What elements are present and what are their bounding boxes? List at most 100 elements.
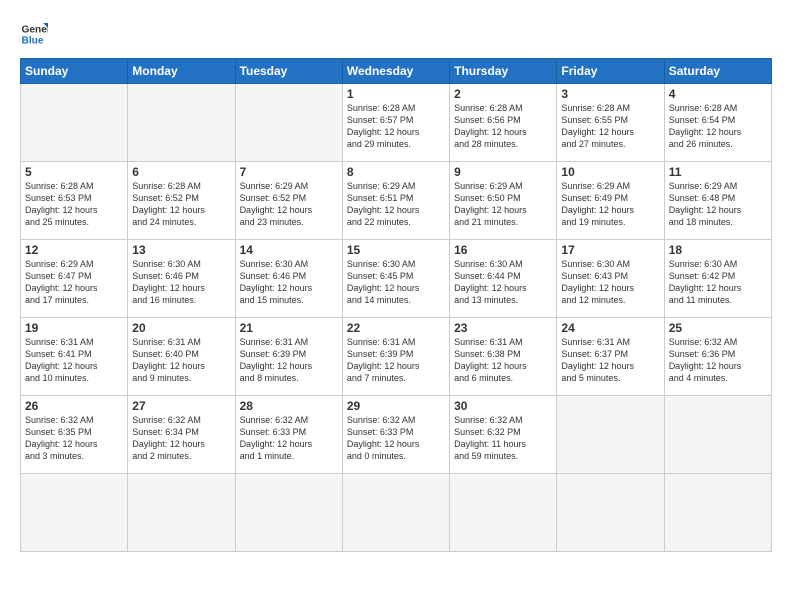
day-cell-12: 12Sunrise: 6:29 AM Sunset: 6:47 PM Dayli… <box>21 240 128 318</box>
day-cell-20: 20Sunrise: 6:31 AM Sunset: 6:40 PM Dayli… <box>128 318 235 396</box>
day-number: 19 <box>25 321 123 335</box>
day-info: Sunrise: 6:29 AM Sunset: 6:49 PM Dayligh… <box>561 180 659 229</box>
day-cell-22: 22Sunrise: 6:31 AM Sunset: 6:39 PM Dayli… <box>342 318 449 396</box>
day-cell-19: 19Sunrise: 6:31 AM Sunset: 6:41 PM Dayli… <box>21 318 128 396</box>
day-cell-29: 29Sunrise: 6:32 AM Sunset: 6:33 PM Dayli… <box>342 396 449 474</box>
day-number: 22 <box>347 321 445 335</box>
day-cell-16: 16Sunrise: 6:30 AM Sunset: 6:44 PM Dayli… <box>450 240 557 318</box>
calendar-week-row: 19Sunrise: 6:31 AM Sunset: 6:41 PM Dayli… <box>21 318 772 396</box>
day-number: 20 <box>132 321 230 335</box>
day-cell-4: 4Sunrise: 6:28 AM Sunset: 6:54 PM Daylig… <box>664 84 771 162</box>
day-number: 3 <box>561 87 659 101</box>
day-number: 18 <box>669 243 767 257</box>
day-info: Sunrise: 6:30 AM Sunset: 6:44 PM Dayligh… <box>454 258 552 307</box>
day-info: Sunrise: 6:29 AM Sunset: 6:51 PM Dayligh… <box>347 180 445 229</box>
empty-day-cell <box>557 396 664 474</box>
day-info: Sunrise: 6:31 AM Sunset: 6:41 PM Dayligh… <box>25 336 123 385</box>
day-info: Sunrise: 6:31 AM Sunset: 6:38 PM Dayligh… <box>454 336 552 385</box>
empty-day-cell <box>21 84 128 162</box>
day-info: Sunrise: 6:28 AM Sunset: 6:56 PM Dayligh… <box>454 102 552 151</box>
day-info: Sunrise: 6:30 AM Sunset: 6:43 PM Dayligh… <box>561 258 659 307</box>
day-cell-14: 14Sunrise: 6:30 AM Sunset: 6:46 PM Dayli… <box>235 240 342 318</box>
day-cell-17: 17Sunrise: 6:30 AM Sunset: 6:43 PM Dayli… <box>557 240 664 318</box>
day-info: Sunrise: 6:31 AM Sunset: 6:39 PM Dayligh… <box>347 336 445 385</box>
day-info: Sunrise: 6:28 AM Sunset: 6:57 PM Dayligh… <box>347 102 445 151</box>
day-info: Sunrise: 6:28 AM Sunset: 6:52 PM Dayligh… <box>132 180 230 229</box>
day-number: 15 <box>347 243 445 257</box>
day-cell-24: 24Sunrise: 6:31 AM Sunset: 6:37 PM Dayli… <box>557 318 664 396</box>
weekday-header-thursday: Thursday <box>450 59 557 84</box>
svg-text:Blue: Blue <box>22 35 44 46</box>
day-number: 27 <box>132 399 230 413</box>
day-info: Sunrise: 6:32 AM Sunset: 6:36 PM Dayligh… <box>669 336 767 385</box>
day-info: Sunrise: 6:29 AM Sunset: 6:52 PM Dayligh… <box>240 180 338 229</box>
empty-day-cell <box>664 474 771 552</box>
day-number: 9 <box>454 165 552 179</box>
day-cell-18: 18Sunrise: 6:30 AM Sunset: 6:42 PM Dayli… <box>664 240 771 318</box>
day-info: Sunrise: 6:29 AM Sunset: 6:48 PM Dayligh… <box>669 180 767 229</box>
day-number: 6 <box>132 165 230 179</box>
day-cell-3: 3Sunrise: 6:28 AM Sunset: 6:55 PM Daylig… <box>557 84 664 162</box>
day-number: 4 <box>669 87 767 101</box>
day-cell-5: 5Sunrise: 6:28 AM Sunset: 6:53 PM Daylig… <box>21 162 128 240</box>
calendar-table: SundayMondayTuesdayWednesdayThursdayFrid… <box>20 58 772 552</box>
day-cell-6: 6Sunrise: 6:28 AM Sunset: 6:52 PM Daylig… <box>128 162 235 240</box>
day-cell-9: 9Sunrise: 6:29 AM Sunset: 6:50 PM Daylig… <box>450 162 557 240</box>
day-cell-21: 21Sunrise: 6:31 AM Sunset: 6:39 PM Dayli… <box>235 318 342 396</box>
calendar-week-row: 12Sunrise: 6:29 AM Sunset: 6:47 PM Dayli… <box>21 240 772 318</box>
day-number: 7 <box>240 165 338 179</box>
calendar-week-row: 1Sunrise: 6:28 AM Sunset: 6:57 PM Daylig… <box>21 84 772 162</box>
day-cell-10: 10Sunrise: 6:29 AM Sunset: 6:49 PM Dayli… <box>557 162 664 240</box>
day-cell-26: 26Sunrise: 6:32 AM Sunset: 6:35 PM Dayli… <box>21 396 128 474</box>
empty-day-cell <box>450 474 557 552</box>
day-number: 2 <box>454 87 552 101</box>
day-number: 28 <box>240 399 338 413</box>
day-cell-11: 11Sunrise: 6:29 AM Sunset: 6:48 PM Dayli… <box>664 162 771 240</box>
empty-day-cell <box>557 474 664 552</box>
day-info: Sunrise: 6:30 AM Sunset: 6:42 PM Dayligh… <box>669 258 767 307</box>
day-cell-25: 25Sunrise: 6:32 AM Sunset: 6:36 PM Dayli… <box>664 318 771 396</box>
day-info: Sunrise: 6:32 AM Sunset: 6:33 PM Dayligh… <box>347 414 445 463</box>
day-cell-23: 23Sunrise: 6:31 AM Sunset: 6:38 PM Dayli… <box>450 318 557 396</box>
empty-day-cell <box>21 474 128 552</box>
day-cell-7: 7Sunrise: 6:29 AM Sunset: 6:52 PM Daylig… <box>235 162 342 240</box>
empty-day-cell <box>128 474 235 552</box>
day-cell-13: 13Sunrise: 6:30 AM Sunset: 6:46 PM Dayli… <box>128 240 235 318</box>
day-number: 12 <box>25 243 123 257</box>
day-cell-27: 27Sunrise: 6:32 AM Sunset: 6:34 PM Dayli… <box>128 396 235 474</box>
day-number: 25 <box>669 321 767 335</box>
day-info: Sunrise: 6:30 AM Sunset: 6:45 PM Dayligh… <box>347 258 445 307</box>
day-number: 5 <box>25 165 123 179</box>
day-info: Sunrise: 6:29 AM Sunset: 6:47 PM Dayligh… <box>25 258 123 307</box>
calendar-week-row: 5Sunrise: 6:28 AM Sunset: 6:53 PM Daylig… <box>21 162 772 240</box>
day-info: Sunrise: 6:31 AM Sunset: 6:40 PM Dayligh… <box>132 336 230 385</box>
day-cell-2: 2Sunrise: 6:28 AM Sunset: 6:56 PM Daylig… <box>450 84 557 162</box>
weekday-header-sunday: Sunday <box>21 59 128 84</box>
day-info: Sunrise: 6:28 AM Sunset: 6:55 PM Dayligh… <box>561 102 659 151</box>
day-cell-28: 28Sunrise: 6:32 AM Sunset: 6:33 PM Dayli… <box>235 396 342 474</box>
weekday-header-saturday: Saturday <box>664 59 771 84</box>
calendar-body: 1Sunrise: 6:28 AM Sunset: 6:57 PM Daylig… <box>21 84 772 552</box>
calendar-week-row: 26Sunrise: 6:32 AM Sunset: 6:35 PM Dayli… <box>21 396 772 474</box>
day-number: 8 <box>347 165 445 179</box>
day-info: Sunrise: 6:29 AM Sunset: 6:50 PM Dayligh… <box>454 180 552 229</box>
day-info: Sunrise: 6:28 AM Sunset: 6:53 PM Dayligh… <box>25 180 123 229</box>
empty-day-cell <box>235 84 342 162</box>
logo: General Blue <box>20 20 52 48</box>
day-info: Sunrise: 6:30 AM Sunset: 6:46 PM Dayligh… <box>240 258 338 307</box>
day-number: 14 <box>240 243 338 257</box>
calendar-week-row <box>21 474 772 552</box>
day-number: 10 <box>561 165 659 179</box>
day-cell-15: 15Sunrise: 6:30 AM Sunset: 6:45 PM Dayli… <box>342 240 449 318</box>
day-info: Sunrise: 6:32 AM Sunset: 6:32 PM Dayligh… <box>454 414 552 463</box>
empty-day-cell <box>128 84 235 162</box>
day-cell-8: 8Sunrise: 6:29 AM Sunset: 6:51 PM Daylig… <box>342 162 449 240</box>
day-number: 17 <box>561 243 659 257</box>
day-number: 21 <box>240 321 338 335</box>
weekday-header-tuesday: Tuesday <box>235 59 342 84</box>
weekday-header-friday: Friday <box>557 59 664 84</box>
day-number: 16 <box>454 243 552 257</box>
day-number: 24 <box>561 321 659 335</box>
weekday-header-wednesday: Wednesday <box>342 59 449 84</box>
day-cell-30: 30Sunrise: 6:32 AM Sunset: 6:32 PM Dayli… <box>450 396 557 474</box>
